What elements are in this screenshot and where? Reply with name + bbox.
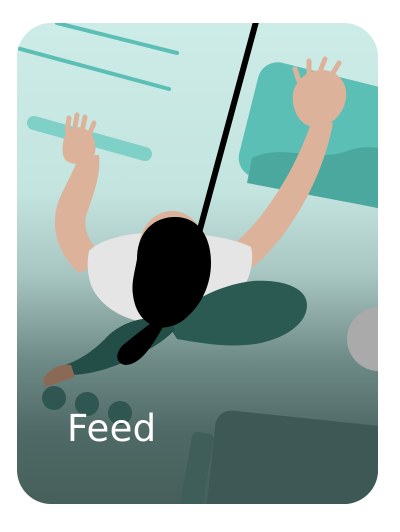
feed-card[interactable]: Feed	[17, 23, 378, 504]
card-title: Feed	[67, 407, 157, 450]
decor-line-top	[55, 23, 179, 55]
grey-hold	[347, 307, 378, 371]
decor-line-mid	[17, 46, 171, 91]
hold-1	[42, 386, 66, 410]
wall-panel-bottom	[204, 410, 378, 504]
left-shoe	[43, 364, 75, 387]
